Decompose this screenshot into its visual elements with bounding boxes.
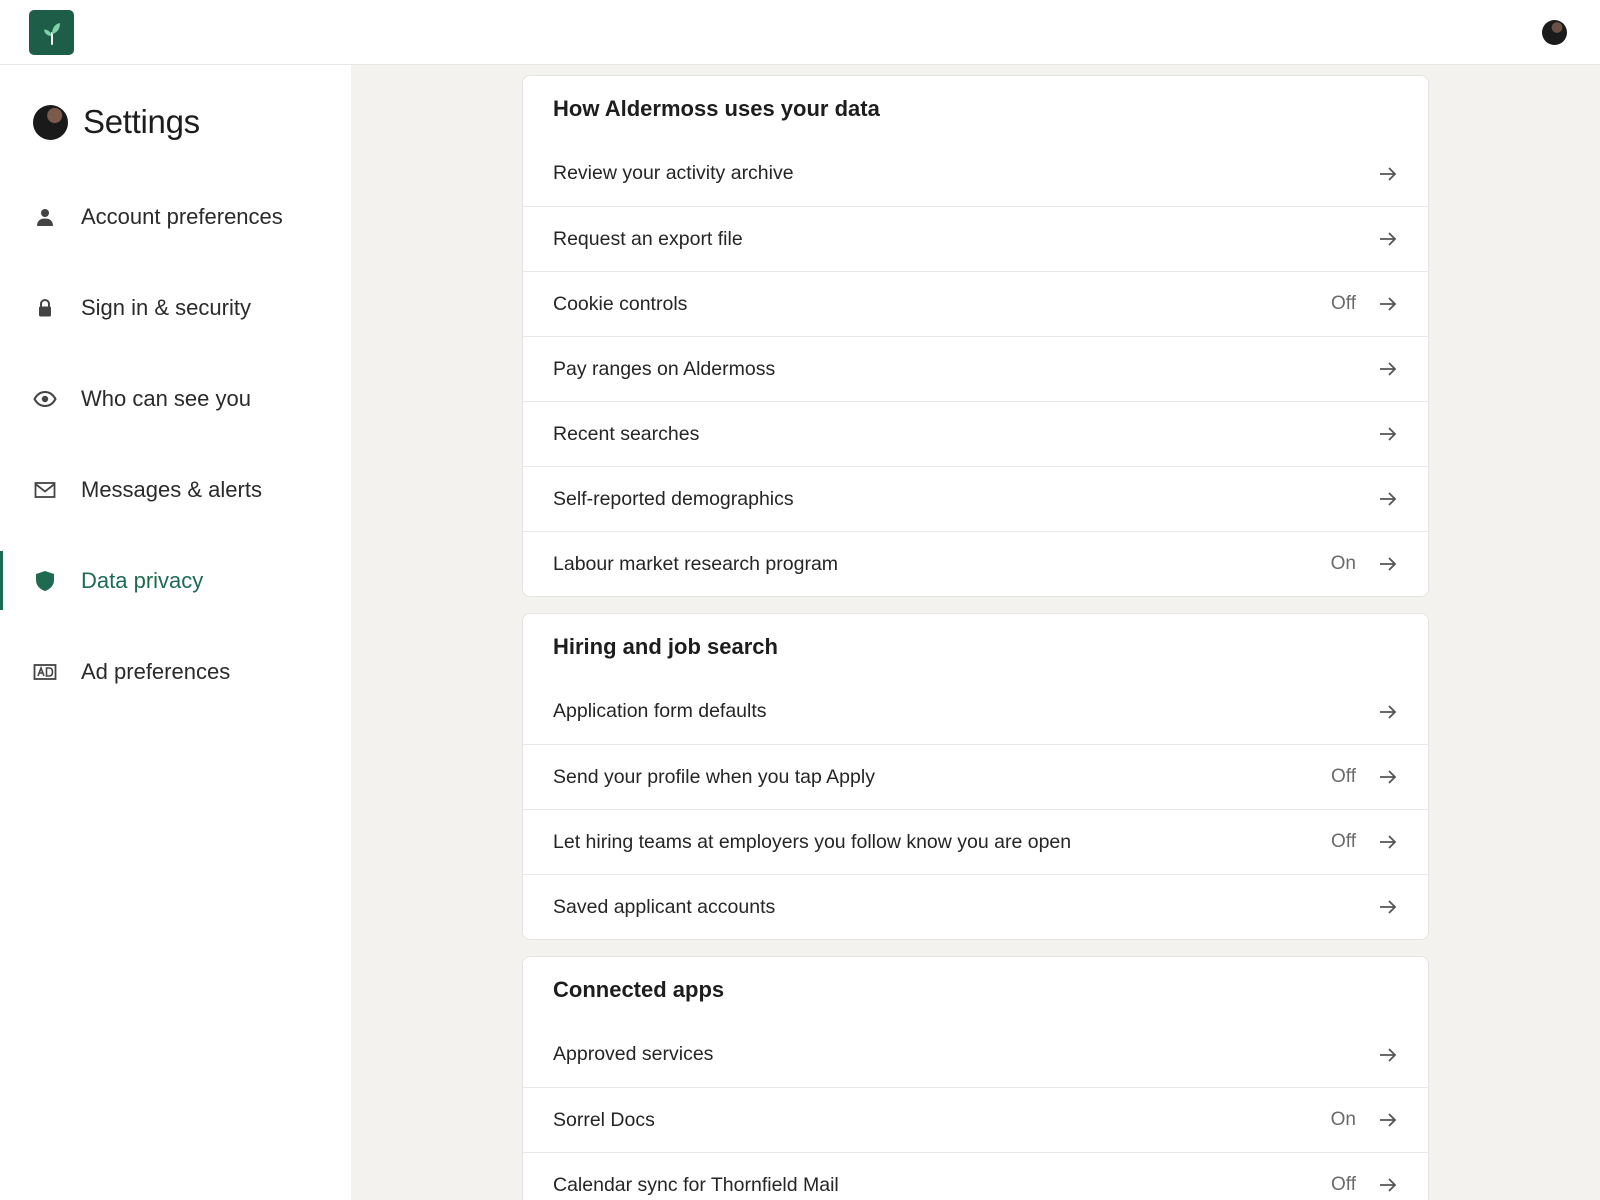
arrow-right-icon: [1378, 424, 1398, 444]
setting-status: On: [1330, 1109, 1356, 1130]
setting-status: Off: [1331, 766, 1356, 787]
sidebar-item-ad-preferences[interactable]: Ad preferences: [0, 626, 351, 717]
setting-row[interactable]: Labour market research program On: [523, 531, 1428, 596]
sidebar-item-account-preferences[interactable]: Account preferences: [0, 171, 351, 262]
setting-row[interactable]: Recent searches: [523, 401, 1428, 466]
setting-label: Request an export file: [553, 227, 743, 250]
arrow-right-icon: [1378, 702, 1398, 722]
setting-row[interactable]: Request an export file: [523, 206, 1428, 271]
setting-status: On: [1330, 553, 1356, 574]
arrow-right-icon: [1378, 1045, 1398, 1065]
sidebar-item-label: Account preferences: [81, 203, 283, 229]
arrow-right-icon: [1378, 767, 1398, 787]
sidebar-item-who-can-see-you[interactable]: Who can see you: [0, 353, 351, 444]
setting-row[interactable]: Sorrel Docs On: [523, 1087, 1428, 1152]
setting-label: Pay ranges on Aldermoss: [553, 357, 776, 380]
setting-label: Approved services: [553, 1043, 714, 1065]
top-bar: [0, 0, 1600, 65]
setting-status: Off: [1331, 1174, 1356, 1195]
sidebar-item-label: Ad preferences: [81, 658, 231, 684]
arrow-right-icon: [1378, 294, 1398, 314]
setting-row[interactable]: Application form defaults: [523, 679, 1428, 744]
sidebar-item-label: Who can see you: [81, 385, 251, 411]
settings-nav: Account preferences Sign in & security W…: [0, 171, 351, 717]
setting-label: Cookie controls: [553, 292, 688, 315]
sidebar-item-label: Sign in & security: [81, 294, 251, 320]
setting-label: Review your activity archive: [553, 162, 794, 184]
setting-label: Saved applicant accounts: [553, 895, 776, 918]
section-how-aldermoss-uses-your-data: How Aldermoss uses your data Review your…: [522, 75, 1429, 597]
settings-header: Settings: [33, 103, 200, 141]
page-title: Settings: [83, 103, 200, 140]
setting-label: Send your profile when you tap Apply: [553, 765, 875, 788]
setting-row[interactable]: Let hiring teams at employers you follow…: [523, 809, 1428, 874]
setting-label: Calendar sync for Thornfield Mail: [553, 1173, 839, 1196]
settings-sidebar: Settings Account preferences Sign in & s…: [0, 65, 351, 1200]
setting-row[interactable]: Review your activity archive: [523, 141, 1428, 206]
section-title: Hiring and job search: [553, 634, 778, 659]
lock-icon: [33, 296, 57, 320]
setting-label: Labour market research program: [553, 552, 839, 575]
setting-row[interactable]: Cookie controls Off: [523, 271, 1428, 336]
setting-row[interactable]: Pay ranges on Aldermoss: [523, 336, 1428, 401]
eye-icon: [33, 387, 57, 411]
person-icon: [33, 205, 57, 229]
arrow-right-icon: [1378, 897, 1398, 917]
sidebar-item-messages-alerts[interactable]: Messages & alerts: [0, 444, 351, 535]
setting-status: Off: [1331, 293, 1356, 314]
user-avatar[interactable]: [1542, 20, 1567, 45]
arrow-right-icon: [1378, 1110, 1398, 1130]
section-connected-apps: Connected apps Approved services Sorrel …: [522, 956, 1429, 1200]
setting-label: Sorrel Docs: [553, 1108, 655, 1131]
setting-row[interactable]: Approved services: [523, 1022, 1428, 1087]
setting-row[interactable]: Saved applicant accounts: [523, 874, 1428, 939]
sidebar-item-label: Data privacy: [81, 567, 204, 593]
arrow-right-icon: [1378, 359, 1398, 379]
setting-status: Off: [1331, 831, 1356, 852]
profile-avatar: [33, 104, 68, 140]
setting-label: Recent searches: [553, 422, 700, 445]
ad-icon: [33, 660, 57, 684]
arrow-right-icon: [1378, 489, 1398, 509]
shield-icon: [33, 569, 57, 593]
arrow-right-icon: [1378, 554, 1398, 574]
arrow-right-icon: [1378, 164, 1398, 184]
setting-label: Self-reported demographics: [553, 487, 794, 510]
setting-row[interactable]: Calendar sync for Thornfield Mail Off: [523, 1152, 1428, 1200]
section-hiring-and-job-search: Hiring and job search Application form d…: [522, 613, 1429, 940]
arrow-right-icon: [1378, 832, 1398, 852]
arrow-right-icon: [1378, 1175, 1398, 1195]
setting-row[interactable]: Send your profile when you tap Apply Off: [523, 744, 1428, 809]
setting-row[interactable]: Self-reported demographics: [523, 466, 1428, 531]
section-title: Connected apps: [553, 977, 725, 1002]
envelope-icon: [33, 478, 57, 502]
arrow-right-icon: [1378, 229, 1398, 249]
setting-label: Application form defaults: [553, 700, 767, 722]
sidebar-item-sign-in-security[interactable]: Sign in & security: [0, 262, 351, 353]
section-title: How Aldermoss uses your data: [553, 96, 880, 121]
sidebar-item-label: Messages & alerts: [81, 476, 262, 502]
setting-label: Let hiring teams at employers you follow…: [553, 830, 1072, 853]
sprout-logo-icon[interactable]: [29, 10, 74, 55]
sidebar-item-data-privacy[interactable]: Data privacy: [0, 535, 351, 626]
